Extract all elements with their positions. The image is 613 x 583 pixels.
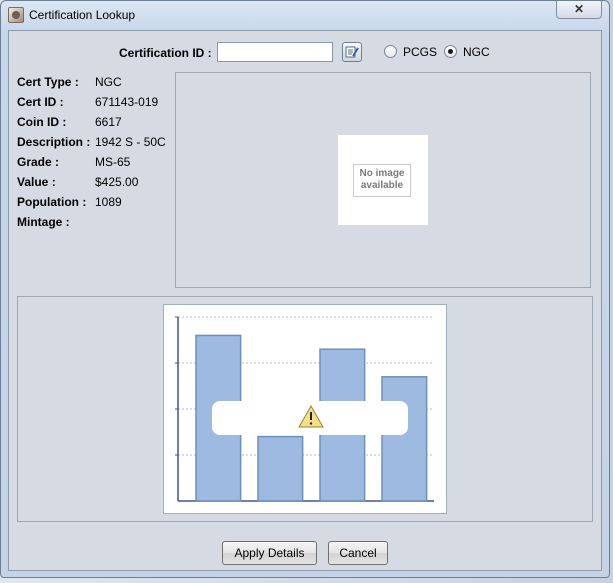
close-button[interactable]: ✕ — [556, 1, 602, 19]
grade-value: MS-65 — [95, 155, 131, 169]
no-image-line2: available — [360, 180, 404, 191]
cert-type-label: Cert Type : — [17, 75, 79, 89]
mintage-label: Mintage : — [17, 215, 70, 229]
description-value: 1942 S - 50C — [95, 135, 166, 149]
app-icon — [8, 7, 24, 23]
ngc-radio[interactable] — [444, 45, 457, 58]
no-image-placeholder: No image available — [338, 135, 428, 225]
value-label: Value : — [17, 175, 56, 189]
population-value: 1089 — [95, 195, 122, 209]
certification-id-input[interactable] — [217, 42, 333, 62]
pcgs-radio[interactable] — [384, 45, 397, 58]
population-chart — [163, 304, 447, 514]
chart-bar — [257, 435, 304, 502]
title-bar: Certification Lookup ✕ — [1, 1, 609, 29]
coin-image-panel: No image available — [175, 72, 591, 288]
dialog-content: Certification ID : PCGS NGC Cert Type : … — [8, 30, 602, 571]
population-label: Population : — [17, 195, 87, 209]
no-image-line1: No image — [359, 168, 405, 179]
coin-id-value: 6617 — [95, 115, 122, 129]
cert-type-value: NGC — [95, 75, 122, 89]
no-image-text: No image available — [353, 164, 411, 197]
window-title: Certification Lookup — [29, 8, 136, 22]
grade-label: Grade : — [17, 155, 60, 169]
warning-icon-dot — [309, 422, 313, 425]
dialog-window: Certification Lookup ✕ Certification ID … — [0, 0, 610, 578]
lookup-icon — [345, 46, 359, 58]
chart-bar — [381, 376, 428, 502]
coin-id-label: Coin ID : — [17, 115, 67, 129]
certification-id-label: Certification ID : — [119, 46, 212, 60]
cert-id-label: Cert ID : — [17, 95, 64, 109]
value-value: $425.00 — [95, 175, 139, 189]
chart-panel — [17, 296, 593, 522]
description-label: Description : — [17, 135, 91, 149]
cancel-button[interactable]: Cancel — [328, 541, 388, 565]
ngc-radio-label[interactable]: NGC — [463, 45, 490, 59]
chart-svg — [175, 316, 434, 502]
pcgs-radio-label[interactable]: PCGS — [403, 45, 437, 59]
apply-details-button[interactable]: Apply Details — [222, 541, 317, 565]
cert-id-value: 671143-019 — [95, 95, 159, 109]
lookup-button[interactable] — [342, 42, 362, 62]
close-icon: ✕ — [573, 2, 585, 16]
